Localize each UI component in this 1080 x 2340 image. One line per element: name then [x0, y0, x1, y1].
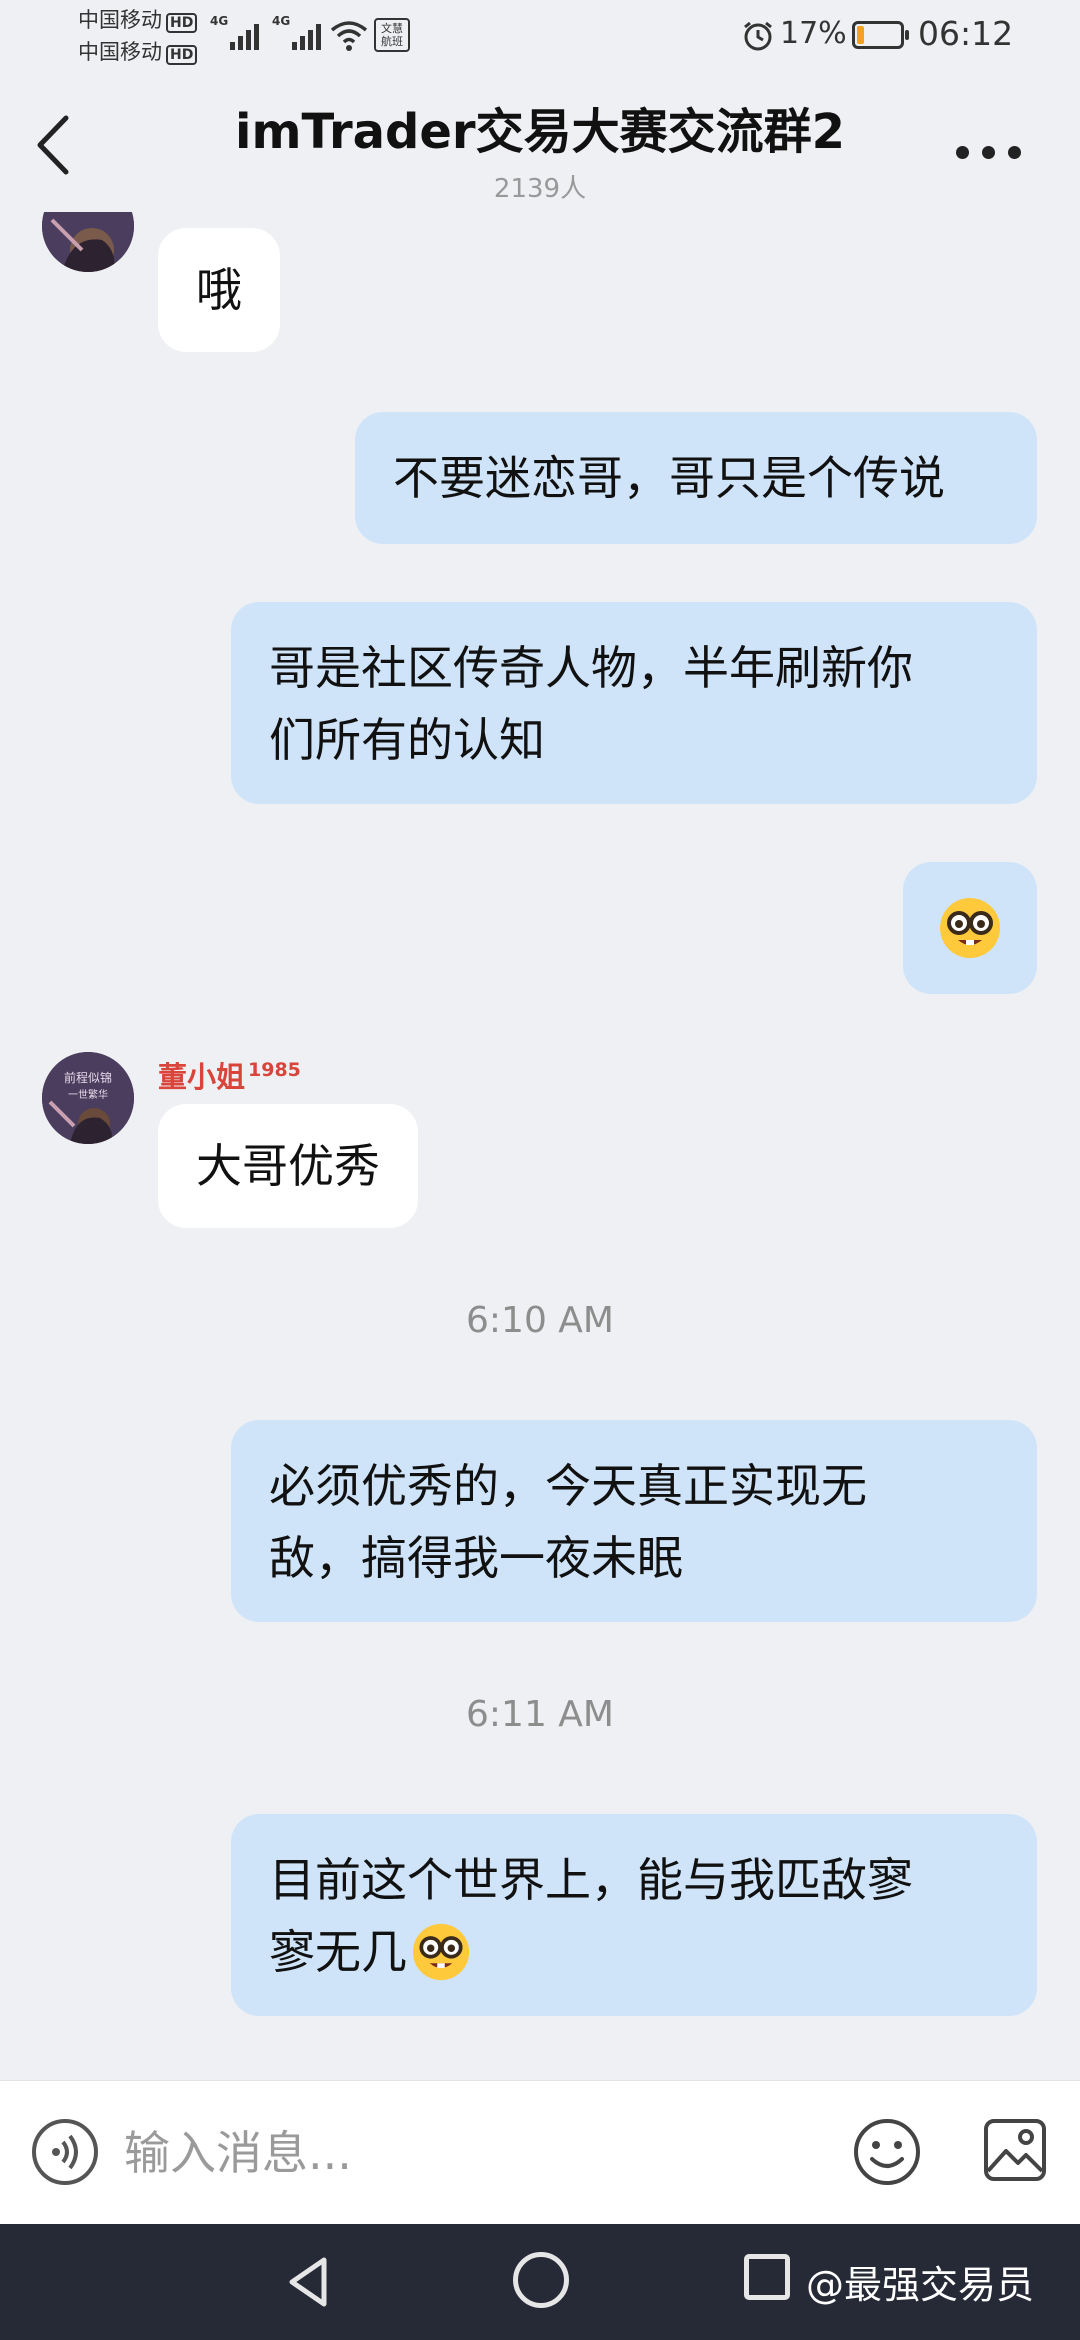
carrier-2-label: 中国移动: [78, 40, 162, 64]
message-text: 不要迷恋哥，哥只是个传说: [393, 451, 945, 505]
status-time: 06:12: [918, 14, 1014, 53]
message-text-line: 目前这个世界上，能与我匹敌寥: [269, 1853, 913, 1907]
image-button[interactable]: [982, 2117, 1048, 2183]
hd-badge-1: HD: [166, 13, 198, 33]
avatar-image: 前程似锦 一世繁华: [42, 1052, 134, 1144]
timestamp: 6:10 AM: [466, 1300, 614, 1341]
more-horizontal-icon: [956, 146, 969, 159]
nav-recent-button[interactable]: [744, 2254, 790, 2300]
smiley-icon: [854, 2119, 920, 2185]
network-type-1: 4G: [210, 14, 229, 28]
message-text-line: 敌，搞得我一夜未眠: [269, 1531, 683, 1585]
triangle-back-icon: [289, 2257, 327, 2307]
battery-fill: [857, 26, 865, 44]
carrier-1: 中国移动 HD: [78, 8, 198, 33]
avatar[interactable]: 前程似锦 一世繁华: [42, 1052, 134, 1144]
alarm-icon: [744, 21, 772, 51]
more-button[interactable]: [950, 132, 1030, 172]
svg-text:前程似锦: 前程似锦: [64, 1070, 112, 1085]
message-bubble[interactable]: 哦: [158, 228, 280, 352]
voice-icon: [52, 2134, 78, 2170]
message-bubble[interactable]: 不要迷恋哥，哥只是个传说: [355, 412, 1037, 544]
nerd-face-emoji: [940, 898, 1000, 958]
carrier-1-label: 中国移动: [78, 8, 162, 32]
avatar-image: [42, 212, 134, 272]
status-bar: 中国移动 HD 中国移动 HD 4G 4G 文慧 航班 17% 06:12: [0, 0, 1080, 72]
message-input[interactable]: [124, 2113, 824, 2193]
svg-text:一世繁华: 一世繁华: [68, 1088, 108, 1101]
message-bubble[interactable]: 必须优秀的，今天真正实现无 敌，搞得我一夜未眠: [231, 1420, 1037, 1622]
timestamp: 6:11 AM: [466, 1694, 614, 1735]
battery-icon: [852, 21, 909, 49]
message-text: 大哥优秀: [196, 1139, 380, 1193]
sender-name[interactable]: 董小姐 1985: [158, 1054, 301, 1096]
message-text: 寥无几: [269, 1925, 407, 1979]
message-text-line: 寥无几: [269, 1916, 999, 1988]
nav-home-button[interactable]: [513, 2252, 569, 2308]
message-text: 哦: [196, 263, 242, 317]
watermark: @最强交易员: [806, 2263, 1035, 2307]
battery-percent: 17%: [780, 16, 847, 51]
sender-level: 1985: [248, 1059, 301, 1082]
input-bar: [0, 2080, 1080, 2224]
wifi-icon: [330, 21, 368, 51]
message-bubble[interactable]: 哥是社区传奇人物，半年刷新你 们所有的认知: [231, 602, 1037, 804]
emoji-button[interactable]: [852, 2117, 922, 2187]
message-text-line: 哥是社区传奇人物，半年刷新你: [269, 641, 913, 695]
chat-header: imTrader交易大赛交流群2 2139人: [0, 72, 1080, 212]
data-badge-line-2: 航班: [381, 35, 403, 48]
system-nav-bar: @最强交易员: [0, 2224, 1080, 2340]
carrier-2: 中国移动 HD: [78, 40, 198, 65]
avatar[interactable]: [42, 212, 134, 272]
hd-badge-2: HD: [166, 45, 198, 65]
message-text-line: 必须优秀的，今天真正实现无: [269, 1459, 867, 1513]
message-bubble[interactable]: [903, 862, 1037, 994]
message-bubble[interactable]: 大哥优秀: [158, 1104, 418, 1228]
message-text-line: 们所有的认知: [269, 713, 545, 767]
group-title: imTrader交易大赛交流群2: [235, 104, 845, 160]
nerd-face-emoji: [412, 1923, 470, 1981]
data-badge: 文慧 航班: [374, 18, 410, 52]
network-type-2: 4G: [272, 14, 291, 28]
data-badge-line-1: 文慧: [381, 22, 403, 35]
message-bubble[interactable]: 目前这个世界上，能与我匹敌寥 寥无几: [231, 1814, 1037, 2016]
sender-name-text: 董小姐: [158, 1060, 246, 1094]
nav-back-button[interactable]: [280, 2252, 340, 2312]
voice-button[interactable]: [32, 2119, 98, 2185]
message-list[interactable]: 哦 不要迷恋哥，哥只是个传说 哥是社区传奇人物，半年刷新你 们所有的认知 前程似…: [0, 212, 1080, 2080]
image-icon: [984, 2119, 1046, 2181]
member-count[interactable]: 2139人: [0, 168, 1080, 205]
